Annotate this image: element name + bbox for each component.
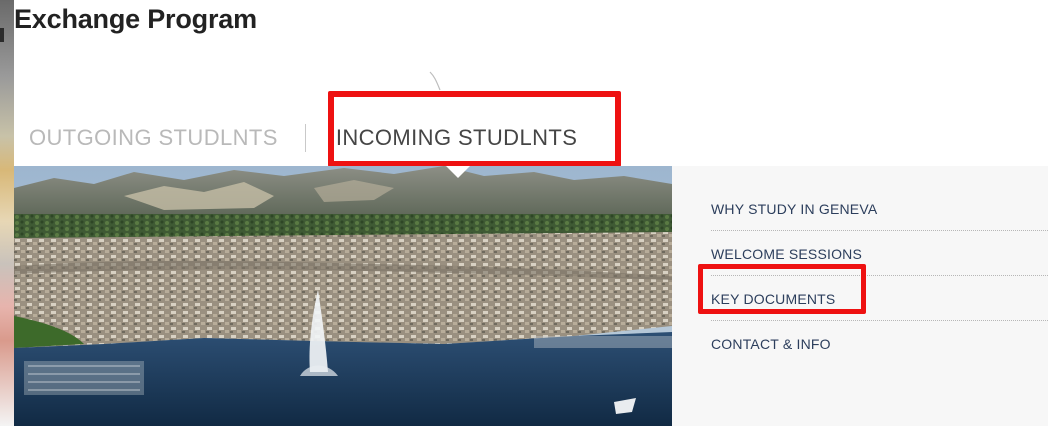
highlight-box-incoming-tab [328, 91, 621, 167]
hero-image [14, 166, 672, 426]
tab-outgoing-students[interactable]: OUTGOING STUDLNTS [29, 125, 278, 151]
nav-contact-info[interactable]: CONTACT & INFO [711, 321, 1048, 366]
exchange-program-page: Exchange Program OUTGOING STUDLNTS INCOM… [0, 0, 1048, 426]
page-title: Exchange Program [14, 4, 257, 34]
highlight-box-key-documents [698, 264, 866, 314]
nav-why-study-in-geneva[interactable]: WHY STUDY IN GENEVA [711, 186, 1048, 231]
geneva-aerial-photo-icon [14, 166, 672, 426]
tab-separator [304, 124, 306, 152]
left-decorative-strip [0, 0, 14, 426]
